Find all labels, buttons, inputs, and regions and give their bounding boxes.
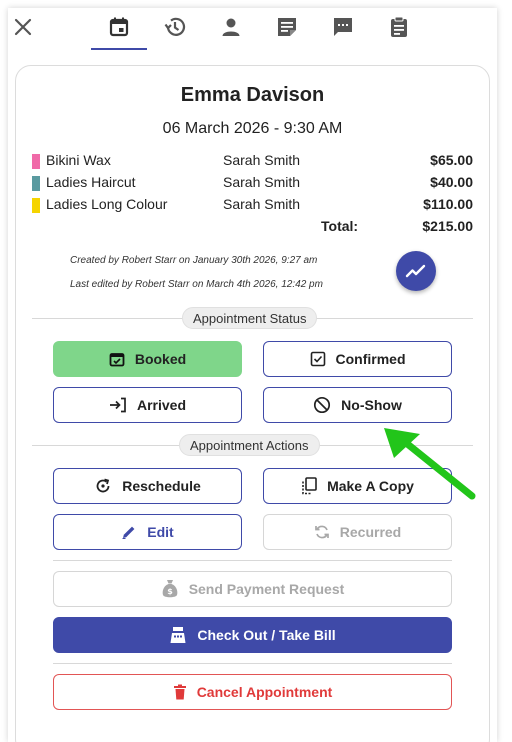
cancel-label: Cancel Appointment (196, 684, 333, 700)
booked-button[interactable]: Booked (53, 341, 242, 377)
service-name: Bikini Wax (46, 152, 111, 168)
tab-calendar[interactable] (106, 14, 132, 40)
calendar-check-icon (109, 353, 125, 367)
chat-icon (334, 18, 352, 36)
booked-label: Booked (134, 351, 187, 367)
confirmed-button[interactable]: Confirmed (263, 341, 452, 377)
no-show-button[interactable]: No-Show (263, 387, 452, 423)
arrived-label: Arrived (136, 397, 187, 413)
cash-register-icon (170, 627, 186, 643)
svg-text:$: $ (167, 587, 173, 596)
service-price: $65.00 (430, 152, 473, 168)
sync-icon (314, 525, 329, 539)
trending-up-icon (405, 264, 426, 278)
total-value: $215.00 (422, 218, 473, 234)
money-bag-icon: $ (162, 580, 178, 598)
service-row: Ladies Haircut Sarah Smith $40.00 (30, 174, 490, 194)
confirmed-label: Confirmed (335, 351, 406, 367)
reschedule-button[interactable]: Reschedule (53, 468, 242, 504)
section-title-status: Appointment Status (182, 307, 318, 329)
appointment-datetime: 06 March 2026 - 9:30 AM (162, 120, 343, 137)
client-name: Emma Davison (180, 84, 325, 106)
service-row: Bikini Wax Sarah Smith $65.00 (30, 152, 490, 172)
cancel-appointment-button[interactable]: Cancel Appointment (53, 674, 452, 710)
divider (53, 663, 452, 664)
service-price: $110.00 (423, 196, 473, 212)
calendar-icon (109, 17, 129, 37)
section-title-actions: Appointment Actions (179, 434, 320, 456)
top-tab-bar (8, 8, 497, 56)
send-payment-request-button[interactable]: $ Send Payment Request (53, 571, 452, 607)
service-staff: Sarah Smith (223, 152, 301, 168)
active-tab-indicator (91, 48, 147, 50)
login-icon (109, 397, 126, 413)
annotation-arrow-icon (384, 428, 476, 500)
trash-icon (173, 684, 186, 700)
recurred-button[interactable]: Recurred (263, 514, 452, 550)
copy-icon (302, 477, 317, 495)
reschedule-label: Reschedule (122, 478, 201, 494)
checkout-button[interactable]: Check Out / Take Bill (53, 617, 452, 653)
activity-fab-button[interactable] (396, 251, 436, 291)
service-staff: Sarah Smith (223, 196, 301, 212)
service-name: Ladies Long Colour (46, 196, 168, 212)
refresh-icon (96, 478, 110, 493)
edit-label: Edit (147, 524, 174, 540)
pencil-icon (122, 526, 135, 539)
history-icon (164, 17, 186, 36)
service-row: Ladies Long Colour Sarah Smith $110.00 (30, 196, 490, 216)
checkout-label: Check Out / Take Bill (197, 627, 336, 643)
service-color-swatch (32, 198, 40, 213)
no-show-label: No-Show (341, 397, 402, 413)
tab-notes[interactable] (274, 14, 300, 40)
service-color-swatch (32, 154, 40, 169)
tab-forms[interactable] (386, 14, 412, 40)
edit-button[interactable]: Edit (53, 514, 242, 550)
divider (53, 560, 452, 561)
service-color-swatch (32, 176, 40, 191)
tab-history[interactable] (162, 14, 188, 40)
person-icon (222, 18, 240, 36)
service-name: Ladies Haircut (46, 174, 136, 190)
tab-client[interactable] (218, 14, 244, 40)
block-icon (314, 396, 331, 414)
appointment-panel: Emma Davison 06 March 2026 - 9:30 AM Bik… (8, 8, 497, 742)
created-info: Created by Robert Starr on January 30th … (70, 255, 318, 266)
service-price: $40.00 (430, 174, 473, 190)
tab-messages[interactable] (330, 14, 356, 40)
checkbox-icon (310, 351, 325, 367)
recurred-label: Recurred (339, 524, 402, 540)
total-label: Total: (321, 218, 359, 234)
clipboard-icon (391, 16, 407, 37)
close-icon[interactable] (13, 17, 33, 37)
service-staff: Sarah Smith (223, 174, 301, 190)
edited-info: Last edited by Robert Starr on March 4th… (70, 279, 323, 290)
arrived-button[interactable]: Arrived (53, 387, 242, 423)
note-icon (278, 18, 296, 36)
send-payment-label: Send Payment Request (188, 581, 345, 597)
